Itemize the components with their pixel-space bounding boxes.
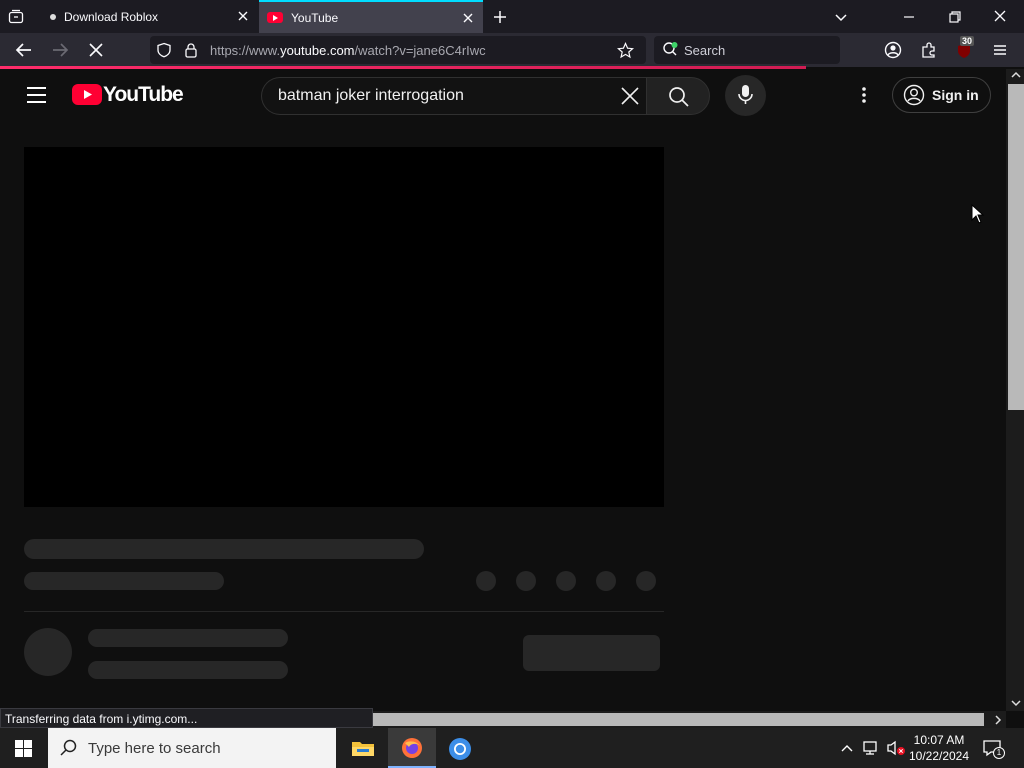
youtube-search-button[interactable] (646, 77, 710, 115)
voice-search-button[interactable] (725, 75, 766, 116)
scroll-down-arrow-icon[interactable] (1010, 698, 1022, 708)
notification-count-badge: 1 (993, 747, 1005, 759)
microphone-icon (738, 85, 753, 104)
tab-title: Download Roblox (64, 9, 159, 24)
sign-in-label: Sign in (932, 87, 979, 103)
action-placeholder (636, 571, 656, 591)
taskbar-firefox-button[interactable] (388, 728, 436, 768)
hamburger-menu-icon[interactable] (991, 41, 1009, 59)
taskbar-clock[interactable]: 10:07 AM 10/22/2024 (908, 732, 970, 764)
forward-arrow-icon[interactable] (51, 41, 69, 59)
tab-strip: Download Roblox YouTube (0, 0, 1024, 33)
chevron-down-icon[interactable] (833, 9, 849, 25)
scroll-up-arrow-icon[interactable] (1010, 70, 1022, 80)
back-arrow-icon[interactable] (15, 41, 33, 59)
status-bar: Transferring data from i.ytimg.com... (0, 708, 373, 728)
scroll-right-arrow-icon[interactable] (993, 714, 1003, 726)
windows-taskbar: Type here to search (0, 728, 1024, 768)
extensions-puzzle-icon[interactable] (920, 41, 938, 59)
clock-time: 10:07 AM (913, 733, 965, 747)
show-hidden-icons-chevron-icon[interactable] (840, 742, 854, 754)
tracking-protection-shield-icon[interactable] (156, 42, 172, 58)
clear-search-icon[interactable] (620, 86, 640, 106)
tab-title: YouTube (291, 10, 339, 25)
web-search-box[interactable]: Search (654, 36, 840, 64)
close-tab-icon[interactable] (461, 11, 475, 25)
title-placeholder (24, 539, 424, 559)
search-icon (60, 739, 77, 756)
subscribe-button-placeholder (523, 635, 660, 671)
tab-download-roblox[interactable]: Download Roblox (38, 0, 258, 33)
roblox-favicon-icon (50, 13, 56, 20)
taskbar-search-box[interactable]: Type here to search (48, 728, 336, 768)
close-window-icon[interactable] (992, 8, 1008, 24)
volume-muted-icon[interactable] (886, 740, 906, 756)
extension-badge: 30 (960, 36, 975, 46)
firefox-icon (402, 738, 422, 758)
youtube-search-input[interactable]: batman joker interrogation (261, 77, 647, 115)
file-explorer-icon[interactable] (351, 739, 375, 757)
taskbar-search-placeholder: Type here to search (88, 740, 221, 757)
action-placeholder (596, 571, 616, 591)
user-circle-icon (903, 84, 925, 106)
url-prefix: https://www. (210, 43, 281, 58)
tab-youtube[interactable]: YouTube (259, 0, 483, 33)
address-bar[interactable]: https://www.youtube.com/watch?v=jane6C4r… (150, 36, 646, 64)
channel-name-placeholder (88, 629, 288, 647)
youtube-logo-text[interactable]: YouTube (103, 83, 184, 107)
action-center-button[interactable]: 1 (982, 737, 1005, 759)
metadata-placeholder (24, 572, 224, 590)
action-placeholder (516, 571, 536, 591)
chromium-browser-icon[interactable] (448, 737, 472, 761)
search-query-text[interactable]: batman joker interrogation (278, 87, 464, 105)
vertical-scrollbar-thumb[interactable] (1008, 84, 1024, 410)
search-icon (669, 87, 689, 107)
windows-start-icon[interactable] (15, 740, 32, 757)
more-options-vertical-icon[interactable] (854, 85, 874, 105)
new-tab-plus-icon[interactable] (492, 9, 508, 25)
sign-in-button[interactable]: Sign in (892, 77, 991, 113)
mouse-cursor-icon (971, 204, 985, 224)
web-search-placeholder: Search (684, 43, 726, 58)
restore-icon[interactable] (947, 9, 963, 25)
navigation-toolbar: https://www.youtube.com/watch?v=jane6C4r… (0, 33, 1024, 67)
clock-date: 10/22/2024 (908, 749, 970, 763)
divider (24, 611, 664, 612)
bookmark-star-icon[interactable] (617, 42, 634, 59)
account-icon[interactable] (884, 41, 902, 59)
search-engine-icon (663, 42, 678, 56)
youtube-logo-icon[interactable] (72, 84, 102, 106)
stop-loading-icon[interactable] (87, 41, 105, 59)
url-host: youtube.com (280, 43, 355, 58)
video-player[interactable] (24, 147, 664, 507)
list-all-tabs-icon[interactable] (8, 9, 24, 25)
youtube-favicon-icon (267, 12, 283, 23)
ublock-extension-button[interactable]: 30 (954, 36, 978, 60)
close-tab-icon[interactable] (236, 9, 250, 23)
lock-icon[interactable] (184, 42, 198, 58)
subscriber-count-placeholder (88, 661, 288, 679)
network-icon[interactable] (862, 740, 880, 756)
guide-menu-icon[interactable] (26, 85, 48, 105)
action-placeholder (476, 571, 496, 591)
horizontal-scrollbar-thumb[interactable] (373, 713, 984, 726)
url-path: /watch?v=jane6C4rIwc (354, 43, 486, 58)
minimize-icon[interactable] (901, 9, 917, 25)
url-text[interactable]: https://www.youtube.com/watch?v=jane6C4r… (210, 43, 486, 58)
channel-avatar-placeholder (24, 628, 72, 676)
action-placeholder (556, 571, 576, 591)
